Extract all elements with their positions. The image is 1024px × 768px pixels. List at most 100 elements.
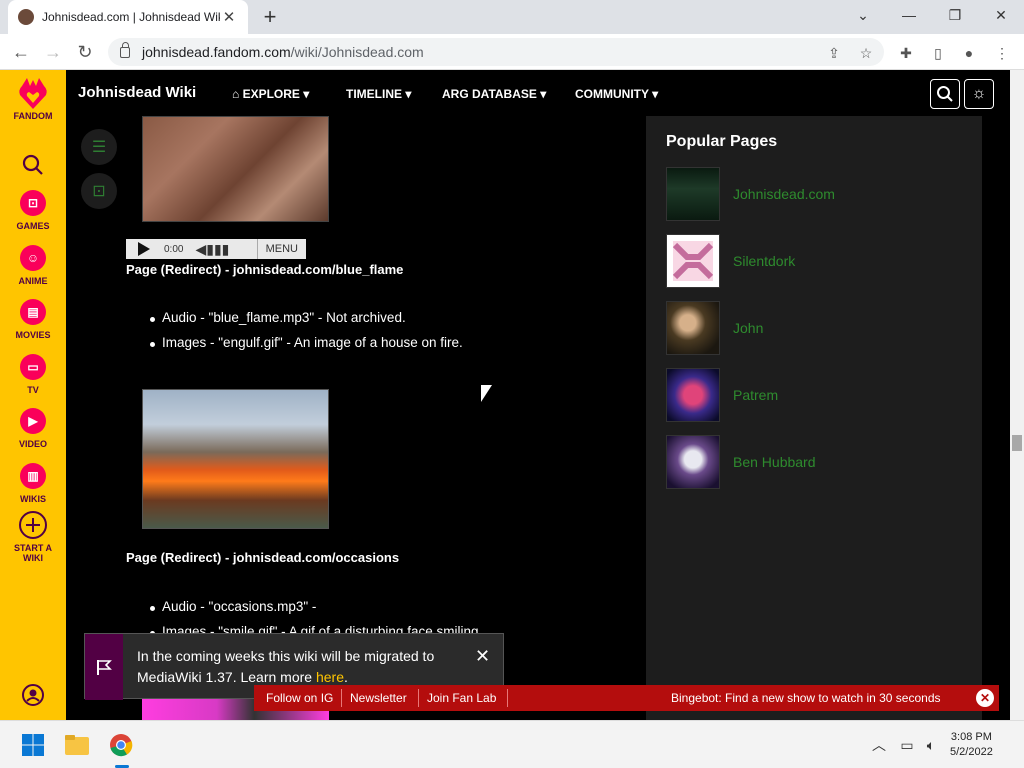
theme-toggle-button[interactable]: ☼: [964, 79, 994, 109]
audio-time: 0:00: [164, 243, 184, 255]
chevron-up-icon[interactable]: ︿: [865, 731, 893, 759]
mouse-cursor: [481, 385, 492, 402]
volume-icon[interactable]: 🔈︎: [917, 731, 945, 759]
popular-page-item[interactable]: Silentdork: [666, 234, 966, 288]
follow-ig-link[interactable]: Follow on IG: [266, 691, 333, 705]
fandom-nav-video[interactable]: ▶ VIDEO: [0, 406, 66, 449]
popular-page-link[interactable]: Johnisdead.com: [733, 186, 835, 202]
clock-date: 5/2/2022: [950, 746, 993, 758]
edit-lock-button[interactable]: ⊡: [81, 173, 117, 209]
nav-community[interactable]: COMMUNITY ▾: [575, 87, 658, 101]
fandom-nav-anime[interactable]: ☺ ANIME: [0, 243, 66, 286]
close-icon[interactable]: ✕: [976, 689, 994, 707]
join-fan-lab-link[interactable]: Join Fan Lab: [427, 691, 496, 705]
popular-page-item[interactable]: John: [666, 301, 966, 355]
user-icon: [18, 680, 48, 710]
user-account-button[interactable]: [0, 680, 66, 713]
popular-page-link[interactable]: John: [733, 320, 763, 336]
wiki-title[interactable]: Johnisdead Wiki: [78, 84, 196, 101]
chrome-icon[interactable]: [107, 731, 135, 759]
notice-message: In the coming weeks this wiki will be mi…: [137, 648, 435, 685]
popular-page-item[interactable]: Ben Hubbard: [666, 435, 966, 489]
lock-icon: ⊡: [92, 183, 106, 200]
browser-tab[interactable]: Johnisdead.com | Johnisdead Wiki ✕: [8, 0, 248, 34]
fandom-nav-games[interactable]: ⊡ GAMES: [0, 188, 66, 231]
fandom-logo[interactable]: FANDOM: [0, 78, 66, 121]
popular-page-link[interactable]: Patrem: [733, 387, 778, 403]
movie-icon: ▤: [20, 299, 46, 325]
forward-button[interactable]: →: [42, 41, 64, 63]
tv-icon: ▭: [20, 354, 46, 380]
side-panel-icon[interactable]: ▯: [929, 44, 947, 62]
popular-page-item[interactable]: Johnisdead.com: [666, 167, 966, 221]
bingebot-link[interactable]: Bingebot: Find a new show to watch in 30…: [671, 691, 941, 705]
nav-arg-database[interactable]: ARG DATABASE ▾: [442, 87, 546, 101]
fandom-nav-wikis[interactable]: ▥ WIKIS: [0, 461, 66, 504]
fandom-logo-label: FANDOM: [13, 111, 53, 121]
nav-timeline[interactable]: TIMELINE ▾: [346, 87, 411, 101]
search-icon: [937, 86, 953, 102]
tab-search-icon[interactable]: ⌄: [840, 0, 886, 30]
start-a-wiki-button[interactable]: START A WIKI: [0, 510, 66, 563]
nav-explore[interactable]: ⌂ EXPLORE ▾: [232, 87, 309, 101]
toc-button[interactable]: ☰: [81, 129, 117, 165]
fandom-nav-label: VIDEO: [18, 439, 47, 449]
newsletter-link[interactable]: Newsletter: [350, 691, 407, 705]
share-icon[interactable]: ⇪: [825, 44, 843, 62]
article-content: ☰ ⊡ 0:00 ◀▮▮▮ MENU Page (Redirect) - joh…: [66, 116, 646, 722]
list-item: Images - "engulf.gif" - An image of a ho…: [150, 335, 463, 360]
back-button[interactable]: ←: [10, 41, 32, 63]
popular-page-item[interactable]: Patrem: [666, 368, 966, 422]
video-icon: ▶: [20, 408, 46, 434]
url-path: /wiki/Johnisdead.com: [290, 44, 424, 60]
section-heading-occasions: Page (Redirect) - johnisdead.com/occasio…: [126, 550, 400, 565]
popular-page-link[interactable]: Silentdork: [733, 253, 795, 269]
menu-kebab-icon[interactable]: ⋮: [993, 44, 1011, 62]
nav-explore-label: EXPLORE: [242, 87, 300, 101]
minimize-button[interactable]: ―: [886, 0, 932, 30]
new-tab-button[interactable]: +: [260, 4, 280, 30]
fandom-search-button[interactable]: [0, 150, 66, 183]
page-thumbnail: [666, 167, 720, 221]
nav-timeline-label: TIMELINE: [346, 87, 402, 101]
system-clock[interactable]: 3:08 PM 5/2/2022: [950, 730, 993, 760]
gamepad-icon: ⊡: [20, 190, 46, 216]
play-icon[interactable]: [138, 242, 150, 256]
popular-page-link[interactable]: Ben Hubbard: [733, 454, 816, 470]
volume-icon[interactable]: ◀▮▮▮: [195, 241, 229, 258]
page-thumbnail: [666, 435, 720, 489]
page-scrollbar[interactable]: [1010, 70, 1024, 720]
list-item: Audio - "blue_flame.mp3" - Not archived.: [150, 310, 463, 335]
start-wiki-label-2: WIKI: [23, 553, 43, 563]
fandom-nav-label: GAMES: [16, 221, 50, 231]
chevron-down-icon: ▾: [405, 87, 412, 101]
close-icon[interactable]: ✕: [475, 646, 490, 667]
notice-tail: .: [344, 669, 348, 685]
profile-icon[interactable]: ●: [960, 44, 978, 62]
restore-button[interactable]: ❐: [932, 0, 978, 30]
house-on-fire-image: [142, 389, 329, 529]
reload-button[interactable]: ↻: [74, 41, 96, 63]
tab-close-icon[interactable]: ✕: [220, 8, 238, 26]
extensions-icon[interactable]: ✚: [897, 44, 915, 62]
notice-learn-more-link[interactable]: here: [316, 669, 344, 685]
fandom-nav-label: WIKIS: [20, 494, 46, 504]
sun-icon: ☼: [971, 85, 987, 102]
browser-tab-strip: Johnisdead.com | Johnisdead Wiki ✕ + ⌄ ―…: [0, 0, 1024, 34]
fandom-global-nav: FANDOM ⊡ GAMES ☺ ANIME ▤ MOVIES ▭ TV ▶ V…: [0, 70, 66, 720]
windows-start-icon[interactable]: [19, 731, 47, 759]
divider: [341, 689, 342, 707]
fandom-nav-movies[interactable]: ▤ MOVIES: [0, 297, 66, 340]
wiki-search-button[interactable]: [930, 79, 960, 109]
file-explorer-icon[interactable]: [63, 731, 91, 759]
audio-player[interactable]: 0:00 ◀▮▮▮ MENU: [126, 239, 306, 259]
address-bar[interactable]: johnisdead.fandom.com /wiki/Johnisdead.c…: [108, 38, 884, 66]
bookmark-star-icon[interactable]: ☆: [857, 44, 875, 62]
clock-time: 3:08 PM: [950, 731, 992, 743]
scrollbar-thumb[interactable]: [1012, 435, 1022, 451]
close-window-button[interactable]: ✕: [978, 0, 1024, 30]
site-favicon: [18, 9, 34, 25]
nav-community-label: COMMUNITY: [575, 87, 649, 101]
fandom-nav-tv[interactable]: ▭ TV: [0, 352, 66, 395]
audio-menu-button[interactable]: MENU: [256, 239, 306, 259]
